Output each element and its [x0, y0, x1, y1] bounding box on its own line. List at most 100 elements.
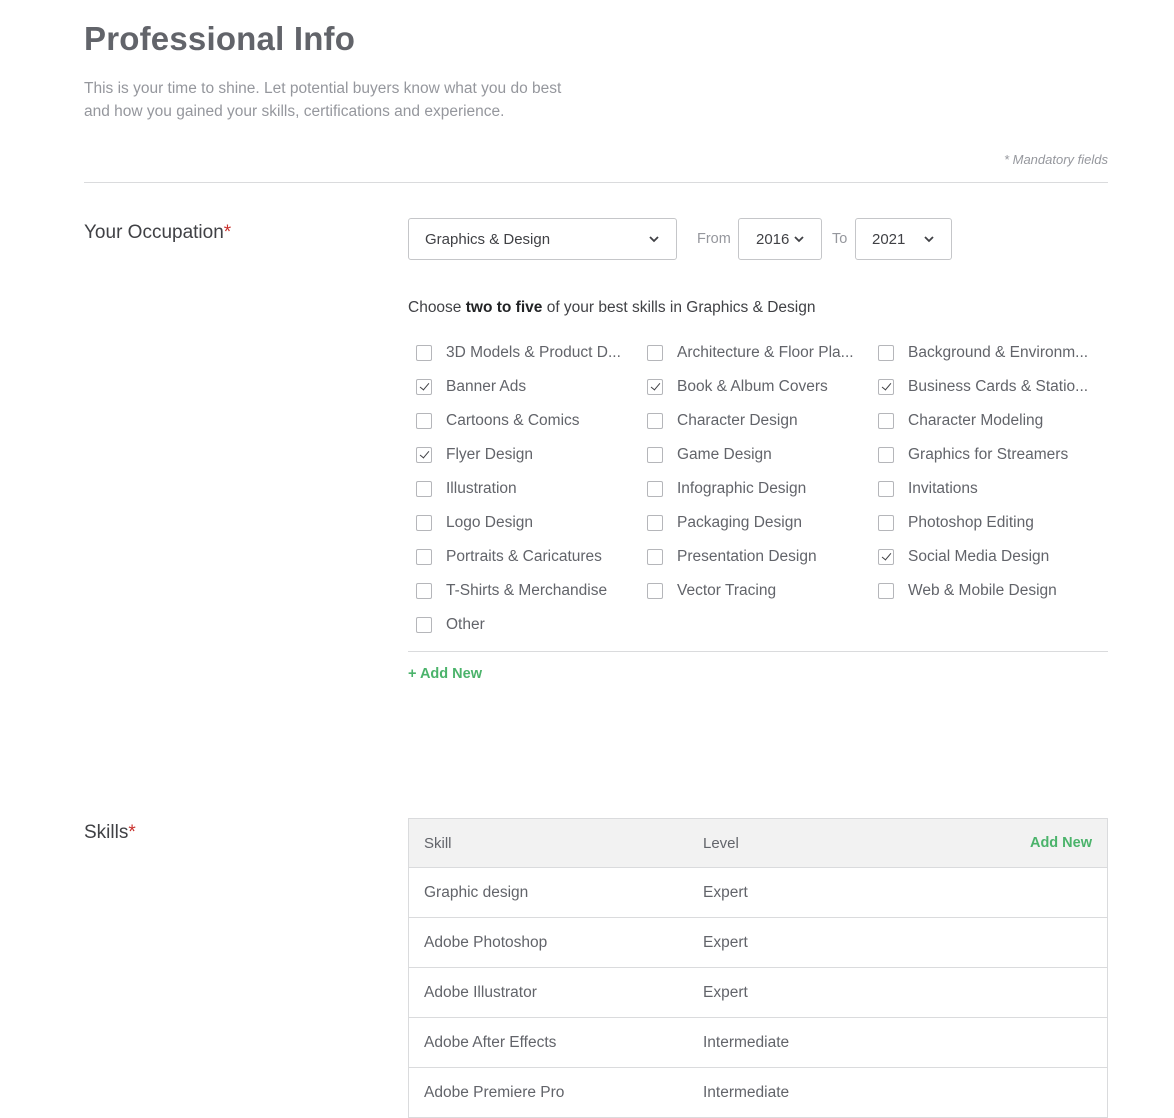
skill-option-label: Game Design: [677, 446, 772, 463]
table-row[interactable]: Adobe Premiere Pro Intermediate: [409, 1068, 1107, 1118]
from-year-select[interactable]: 2016: [738, 218, 822, 260]
skill-option[interactable]: Invitations: [878, 480, 1109, 498]
skill-option-label: Graphics for Streamers: [908, 446, 1069, 463]
skill-checkbox[interactable]: [416, 447, 432, 463]
add-skill-button[interactable]: Add New: [1030, 835, 1092, 851]
skill-options-row: T-Shirts & Merchandise Vector Tracing Web …: [416, 574, 1116, 608]
skill-name-cell: Adobe After Effects: [424, 1033, 557, 1051]
skill-options-row: Other: [416, 608, 1116, 642]
table-row[interactable]: Adobe Photoshop Expert: [409, 918, 1107, 968]
add-occupation-button[interactable]: + Add New: [408, 666, 482, 682]
column-header-level: Level: [703, 834, 739, 852]
skill-checkbox[interactable]: [878, 413, 894, 429]
skill-option[interactable]: Book & Album Covers: [647, 378, 878, 396]
skill-option[interactable]: Cartoons & Comics: [416, 412, 647, 430]
skill-option-label: Web & Mobile Design: [908, 582, 1057, 599]
skill-checkbox[interactable]: [416, 583, 432, 599]
skill-checkbox[interactable]: [416, 617, 432, 633]
skill-option[interactable]: Infographic Design: [647, 480, 878, 498]
skill-option[interactable]: Packaging Design: [647, 514, 878, 532]
skill-option[interactable]: T-Shirts & Merchandise: [416, 582, 647, 600]
table-row[interactable]: Graphic design Expert: [409, 868, 1107, 918]
skill-option[interactable]: Character Modeling: [878, 412, 1109, 430]
skill-checkbox[interactable]: [878, 549, 894, 565]
skill-checkbox[interactable]: [878, 379, 894, 395]
skill-checkbox[interactable]: [647, 413, 663, 429]
divider: [408, 651, 1108, 652]
occupation-category-value: Graphics & Design: [425, 230, 551, 248]
skill-option[interactable]: Social Media Design: [878, 548, 1109, 566]
skills-label-text: Skills: [84, 822, 129, 843]
required-mark: *: [223, 222, 232, 243]
skill-checkbox[interactable]: [416, 379, 432, 395]
skill-option[interactable]: Other: [416, 616, 647, 634]
skill-option[interactable]: Business Cards & Statio...: [878, 378, 1109, 396]
skill-options-row: 3D Models & Product D... Architecture & F…: [416, 336, 1116, 370]
required-mark: *: [128, 822, 136, 843]
skill-checkbox[interactable]: [647, 447, 663, 463]
skill-checkbox[interactable]: [416, 481, 432, 497]
skill-checkbox[interactable]: [878, 447, 894, 463]
skills-prompt-prefix: Choose: [408, 299, 462, 316]
skill-checkbox[interactable]: [416, 345, 432, 361]
skill-option-label: Background & Environm...: [908, 344, 1089, 361]
skill-option-label: Book & Album Covers: [677, 378, 828, 395]
skill-checkbox[interactable]: [878, 345, 894, 361]
skill-option-label: Logo Design: [446, 514, 534, 531]
skill-options-row: Cartoons & Comics Character Design Charact…: [416, 404, 1116, 438]
chevron-down-icon: [649, 236, 659, 243]
skill-checkbox[interactable]: [878, 583, 894, 599]
skill-checkbox[interactable]: [416, 549, 432, 565]
skill-checkbox[interactable]: [416, 413, 432, 429]
occupation-skills-grid: 3D Models & Product D... Architecture & F…: [416, 336, 1116, 642]
skill-level-cell: Intermediate: [703, 1083, 790, 1101]
skill-option-label: Business Cards & Statio...: [908, 378, 1089, 395]
skill-checkbox[interactable]: [647, 549, 663, 565]
column-header-skill: Skill: [424, 834, 452, 852]
skill-option[interactable]: Game Design: [647, 446, 878, 464]
table-row[interactable]: Adobe After Effects Intermediate: [409, 1018, 1107, 1068]
skill-option[interactable]: Illustration: [416, 480, 647, 498]
skill-level-cell: Expert: [703, 933, 748, 951]
mandatory-note: * Mandatory fields: [1003, 152, 1108, 167]
skill-checkbox[interactable]: [647, 345, 663, 361]
skill-option[interactable]: Architecture & Floor Pla...: [647, 344, 878, 362]
skill-option[interactable]: 3D Models & Product D...: [416, 344, 647, 362]
skill-options-row: Portraits & Caricatures Presentation Desi…: [416, 540, 1116, 574]
skill-name-cell: Adobe Premiere Pro: [424, 1083, 565, 1101]
skill-option-label: Packaging Design: [677, 514, 802, 531]
skill-option[interactable]: Portraits & Caricatures: [416, 548, 647, 566]
skill-checkbox[interactable]: [647, 481, 663, 497]
skill-name-cell: Graphic design: [424, 883, 529, 901]
skill-option[interactable]: Photoshop Editing: [878, 514, 1109, 532]
skill-option-label: Social Media Design: [908, 548, 1050, 565]
occupation-category-select[interactable]: Graphics & Design: [408, 218, 677, 260]
skill-checkbox[interactable]: [416, 515, 432, 531]
skill-option-label: Vector Tracing: [677, 582, 777, 599]
skill-option[interactable]: Presentation Design: [647, 548, 878, 566]
skill-option[interactable]: Graphics for Streamers: [878, 446, 1109, 464]
skill-checkbox[interactable]: [647, 515, 663, 531]
skill-option-label: Presentation Design: [677, 548, 817, 565]
skill-name-cell: Adobe Illustrator: [424, 983, 537, 1001]
skill-checkbox[interactable]: [647, 583, 663, 599]
skill-options-row: Flyer Design Game Design Graphics for Stre…: [416, 438, 1116, 472]
skill-checkbox[interactable]: [878, 515, 894, 531]
skill-option[interactable]: Flyer Design: [416, 446, 647, 464]
skill-option-label: Invitations: [908, 480, 978, 497]
divider: [84, 182, 1108, 183]
skill-option[interactable]: Logo Design: [416, 514, 647, 532]
skill-option[interactable]: Vector Tracing: [647, 582, 878, 600]
skill-option[interactable]: Character Design: [647, 412, 878, 430]
skill-option[interactable]: Background & Environm...: [878, 344, 1109, 362]
to-year-select[interactable]: 2021: [855, 218, 952, 260]
occupation-label: Your Occupation*: [84, 222, 231, 244]
skill-option[interactable]: Web & Mobile Design: [878, 582, 1109, 600]
chevron-down-icon: [924, 236, 934, 243]
skill-option-label: Illustration: [446, 480, 517, 497]
to-label: To: [832, 231, 848, 247]
skill-checkbox[interactable]: [647, 379, 663, 395]
skill-option[interactable]: Banner Ads: [416, 378, 647, 396]
table-row[interactable]: Adobe Illustrator Expert: [409, 968, 1107, 1018]
skill-checkbox[interactable]: [878, 481, 894, 497]
